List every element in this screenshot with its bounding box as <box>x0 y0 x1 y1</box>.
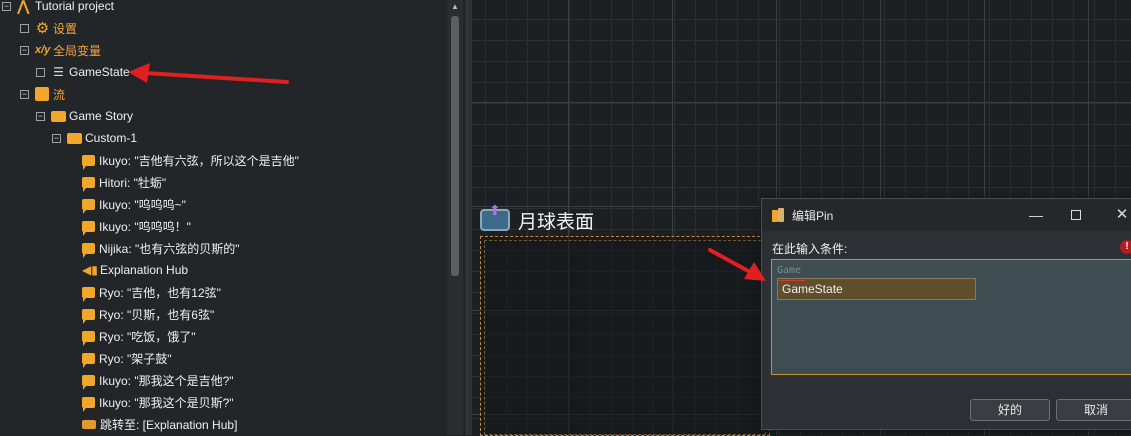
annotation-overlay <box>128 63 766 281</box>
annotation-arrow-icon <box>128 63 289 84</box>
annotation-arrow-icon <box>708 248 766 281</box>
